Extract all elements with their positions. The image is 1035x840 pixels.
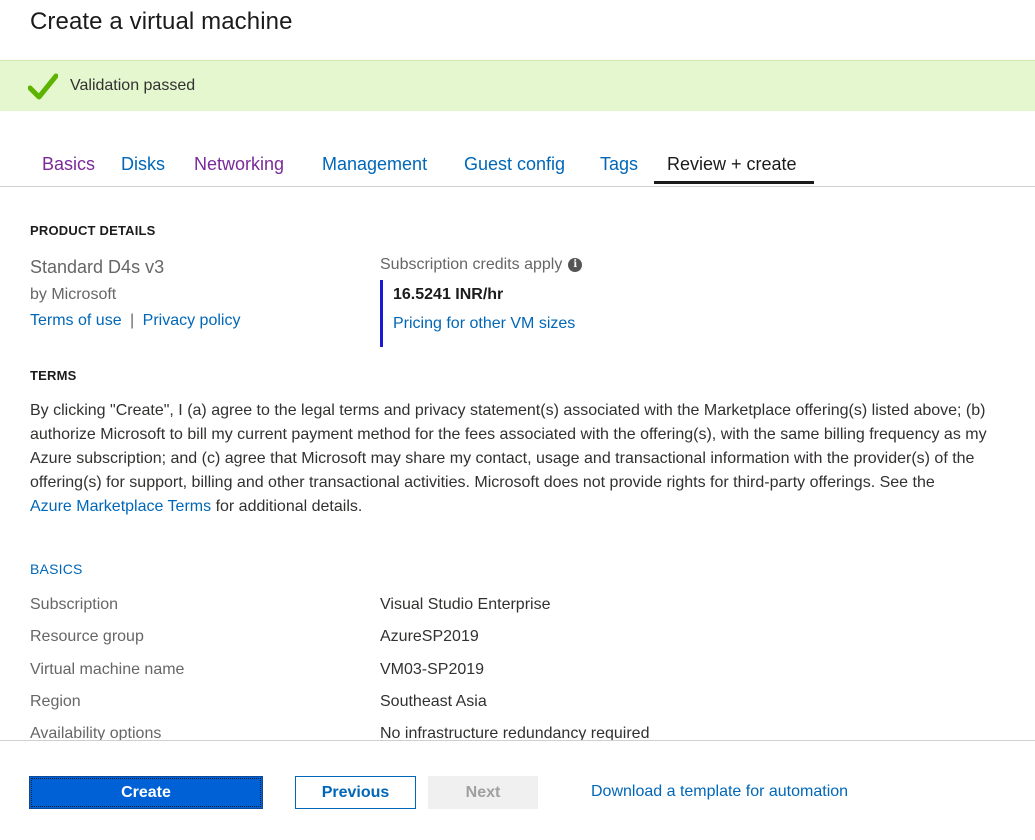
download-template-link[interactable]: Download a template for automation (591, 783, 848, 801)
action-footer: Create Previous Next Download a template… (0, 740, 1035, 840)
summary-value-region: Southeast Asia (380, 693, 487, 710)
tab-basics[interactable]: Basics (42, 154, 95, 175)
previous-button[interactable]: Previous (295, 776, 416, 809)
summary-value-vm-name: VM03-SP2019 (380, 661, 485, 678)
validation-banner: Validation passed (0, 60, 1035, 111)
terms-text: By clicking "Create", I (a) agree to the… (30, 399, 1010, 519)
wizard-tabs: Basics Disks Networking Management Guest… (0, 150, 1035, 187)
terms-heading: TERMS (30, 368, 77, 383)
terms-suffix: for additional details. (215, 498, 363, 515)
link-separator: | (130, 312, 135, 329)
basics-summary: Subscription Visual Studio Enterprise Re… (0, 590, 1035, 740)
validation-message: Validation passed (70, 77, 196, 94)
terms-body: By clicking "Create", I (a) agree to the… (30, 402, 987, 491)
summary-value-resource-group: AzureSP2019 (380, 628, 479, 645)
checkmark-icon (28, 73, 58, 100)
create-button[interactable]: Create (29, 776, 263, 809)
page-title: Create a virtual machine (30, 8, 293, 35)
summary-label-availability: Availability options (30, 725, 162, 740)
price-accent-bar (380, 280, 383, 347)
tab-tags[interactable]: Tags (600, 154, 638, 175)
tab-review-create[interactable]: Review + create (667, 154, 797, 175)
info-icon[interactable]: i (568, 257, 583, 272)
summary-label-region: Region (30, 693, 81, 710)
product-name: Standard D4s v3 (30, 257, 165, 277)
summary-label-subscription: Subscription (30, 596, 119, 613)
product-links: Terms of use | Privacy policy (30, 312, 240, 330)
price-per-hour: 16.5241 INR/hr (393, 286, 504, 303)
next-button[interactable]: Next (428, 776, 538, 809)
terms-of-use-link[interactable]: Terms of use (30, 312, 122, 329)
summary-value-subscription: Visual Studio Enterprise (380, 596, 551, 613)
product-publisher: by Microsoft (30, 286, 117, 303)
credits-label: Subscription credits apply (380, 256, 563, 273)
privacy-policy-link[interactable]: Privacy policy (143, 312, 241, 329)
basics-heading: BASICS (30, 561, 83, 577)
tab-guest-config[interactable]: Guest config (464, 154, 565, 175)
subscription-credits: Subscription credits apply i (380, 256, 583, 274)
marketplace-terms-link[interactable]: Azure Marketplace Terms (30, 498, 211, 515)
active-tab-indicator (654, 181, 814, 184)
tab-management[interactable]: Management (322, 154, 427, 175)
pricing-other-sizes-link[interactable]: Pricing for other VM sizes (393, 315, 575, 333)
summary-value-availability: No infrastructure redundancy required (380, 725, 650, 740)
product-details-heading: PRODUCT DETAILS (30, 223, 156, 238)
tab-networking[interactable]: Networking (194, 154, 284, 175)
summary-label-vm-name: Virtual machine name (30, 661, 185, 678)
summary-label-resource-group: Resource group (30, 628, 144, 645)
tab-disks[interactable]: Disks (121, 154, 165, 175)
